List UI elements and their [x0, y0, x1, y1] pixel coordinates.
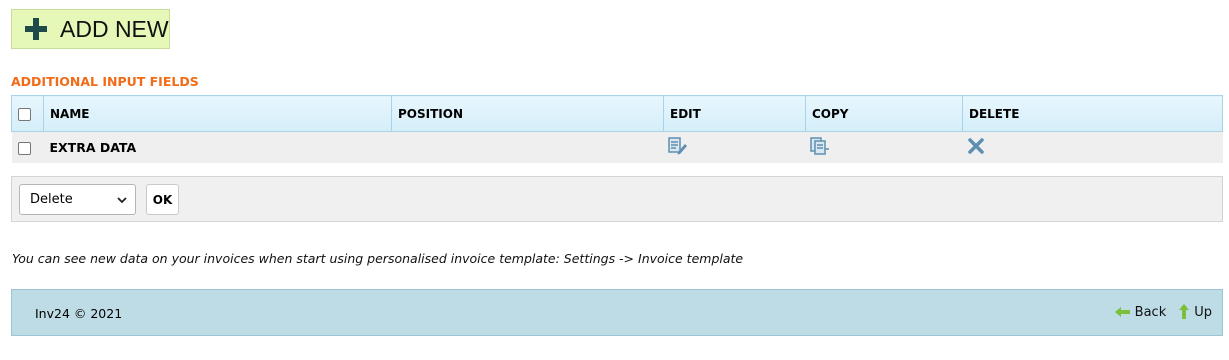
column-header-copy: COPY: [805, 95, 963, 132]
arrow-up-icon: [1179, 304, 1190, 319]
edit-document-icon[interactable]: [667, 137, 688, 155]
row-checkbox[interactable]: [17, 142, 31, 155]
section-title: ADDITIONAL INPUT FIELDS: [11, 74, 199, 89]
copy-document-icon[interactable]: [809, 137, 830, 155]
footer: Inv24 © 2021 Back Up: [11, 289, 1223, 336]
copyright-text: Inv24 © 2021: [35, 306, 123, 321]
info-note: You can see new data on your invoices wh…: [12, 251, 744, 266]
ok-button[interactable]: OK: [146, 184, 179, 215]
fields-table: NAME POSITION EDIT COPY DELETE EXTRA DAT…: [11, 95, 1223, 163]
row-position: [391, 131, 664, 163]
bulk-action-bar: Delete OK: [11, 176, 1223, 222]
back-label: Back: [1134, 304, 1167, 320]
arrow-left-icon: [1114, 307, 1130, 317]
row-select-cell: [11, 131, 44, 163]
footer-nav: Back Up: [1114, 304, 1212, 320]
chevron-down-icon: [117, 197, 127, 204]
bulk-action-selected: Delete: [30, 192, 73, 207]
bulk-action-select[interactable]: Delete: [19, 184, 136, 215]
up-label: Up: [1194, 304, 1212, 320]
row-delete-cell: [962, 131, 1223, 163]
row-copy-cell: [805, 131, 963, 163]
column-header-delete: DELETE: [962, 95, 1223, 132]
plus-icon: [25, 18, 47, 40]
select-all-cell: [11, 95, 44, 132]
column-header-edit: EDIT: [663, 95, 806, 132]
add-new-button[interactable]: ADD NEW: [11, 9, 170, 49]
column-header-name[interactable]: NAME: [43, 95, 392, 132]
back-link[interactable]: Back: [1114, 304, 1167, 320]
column-header-position[interactable]: POSITION: [391, 95, 664, 132]
table-row: EXTRA DATA: [11, 131, 1223, 163]
close-x-icon[interactable]: [967, 137, 985, 155]
row-edit-cell: [663, 131, 806, 163]
up-link[interactable]: Up: [1178, 304, 1212, 320]
table-header-row: NAME POSITION EDIT COPY DELETE: [11, 95, 1223, 132]
add-new-label: ADD NEW: [60, 15, 169, 42]
select-all-checkbox[interactable]: [18, 107, 31, 121]
row-name[interactable]: EXTRA DATA: [43, 131, 392, 163]
